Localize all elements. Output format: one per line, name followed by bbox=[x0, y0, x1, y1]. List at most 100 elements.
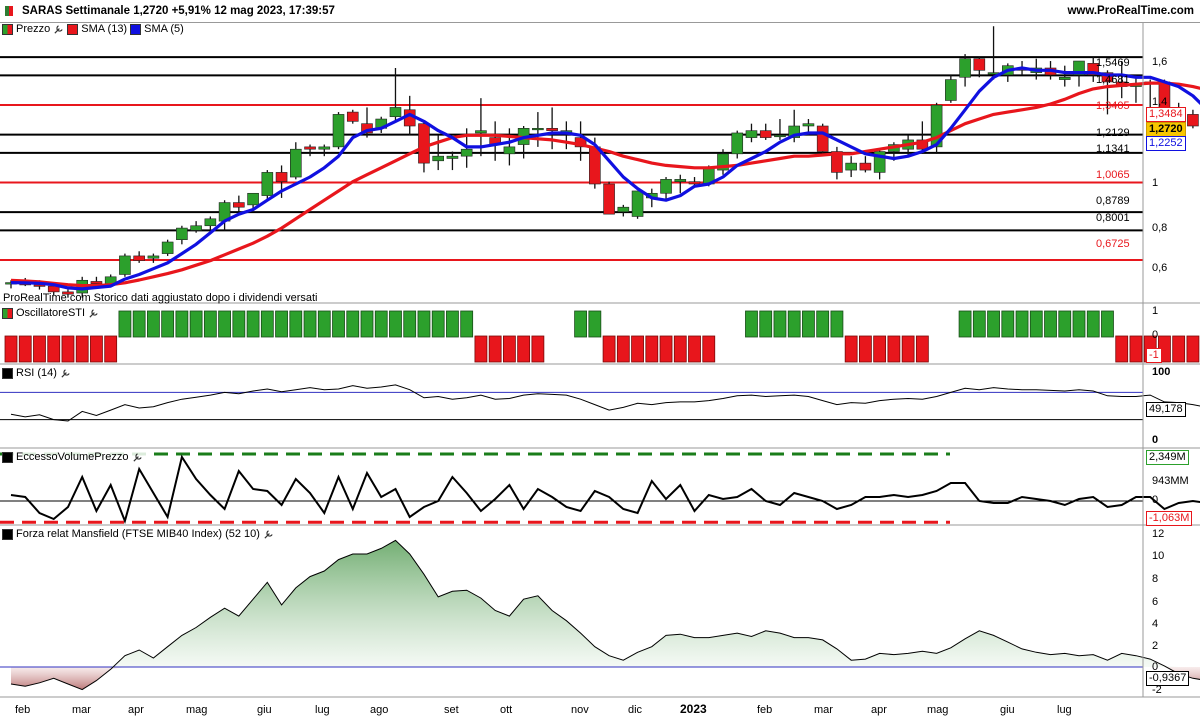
sti-bar bbox=[161, 310, 175, 338]
candle-body bbox=[816, 125, 829, 152]
candle-body bbox=[589, 146, 601, 185]
sti-bar bbox=[830, 310, 844, 338]
sti-bar bbox=[289, 310, 303, 338]
candle-body bbox=[446, 155, 459, 159]
chart-area bbox=[0, 22, 1200, 698]
sti-bar bbox=[1115, 335, 1129, 363]
sti-bar bbox=[4, 335, 18, 363]
sti-bar bbox=[915, 335, 929, 363]
candle-body bbox=[546, 128, 558, 131]
sti-bar bbox=[802, 310, 815, 338]
candle-body bbox=[660, 179, 672, 194]
sti-bar bbox=[1129, 335, 1143, 363]
sti-bar bbox=[75, 335, 89, 363]
wrench-icon[interactable] bbox=[60, 368, 71, 379]
candle-body bbox=[204, 218, 217, 227]
x-axis-label: feb bbox=[757, 704, 773, 716]
candle-body bbox=[176, 227, 188, 240]
rsi-axis-tick: 0 bbox=[1152, 434, 1159, 446]
x-axis-label: nov bbox=[571, 704, 589, 716]
candle-body bbox=[147, 255, 160, 259]
mansfield-negative-area bbox=[11, 667, 1200, 690]
x-axis-label: lug bbox=[315, 704, 330, 716]
sti-bar bbox=[1186, 335, 1200, 363]
level-label: 1,1341 bbox=[1096, 143, 1130, 155]
x-axis-label: ago bbox=[370, 704, 389, 716]
wrench-icon[interactable] bbox=[132, 452, 143, 463]
level-label: 0,8789 bbox=[1096, 195, 1130, 207]
price-axis-tick: 0,6 bbox=[1152, 262, 1168, 274]
x-axis-label: mag bbox=[186, 704, 208, 716]
sti-bar bbox=[816, 310, 830, 338]
sti-bar bbox=[104, 335, 118, 363]
sti-bar bbox=[446, 310, 459, 338]
candle-body bbox=[759, 130, 772, 138]
sti-bar bbox=[417, 310, 431, 338]
candle-body bbox=[617, 206, 630, 213]
x-axis-label: giu bbox=[257, 704, 272, 716]
sma13-price-box: 1,3484 bbox=[1146, 107, 1186, 122]
sma13-legend-label: SMA (13) bbox=[81, 23, 128, 35]
sti-bar bbox=[1001, 310, 1015, 338]
sti-bar bbox=[1072, 310, 1086, 338]
sti-swatch bbox=[2, 307, 13, 319]
x-axis-label: ott bbox=[500, 704, 513, 716]
evp-swatch bbox=[2, 451, 13, 463]
sti-bar bbox=[616, 335, 630, 363]
candle-body bbox=[389, 107, 402, 118]
level-label: 0,8001 bbox=[1096, 212, 1130, 224]
sti-bar bbox=[246, 310, 260, 338]
sma5-swatch bbox=[130, 23, 142, 35]
sti-bar bbox=[346, 310, 360, 338]
evp-axis-tick: 0 bbox=[1152, 494, 1159, 506]
sti-bar bbox=[146, 310, 160, 338]
candle-body bbox=[631, 190, 644, 217]
mansfield-value-box: -0,9367 bbox=[1146, 671, 1190, 686]
x-axis-label: set bbox=[444, 704, 459, 716]
level-label: 1,0065 bbox=[1096, 169, 1130, 181]
sma5-price-box: 1,2252 bbox=[1146, 136, 1186, 151]
candle-body bbox=[119, 255, 131, 275]
mansfield-axis-tick: 6 bbox=[1152, 596, 1159, 608]
price-axis-tick: 1,6 bbox=[1152, 56, 1168, 68]
evp-line bbox=[10, 454, 1200, 525]
mansfield-title: Forza relat Mansfield (FTSE MIB40 Index)… bbox=[16, 528, 260, 540]
sti-bar bbox=[901, 335, 915, 363]
sti-bar bbox=[688, 335, 701, 363]
sti-bar bbox=[759, 310, 773, 338]
wrench-icon[interactable] bbox=[53, 24, 64, 35]
x-axis-label: mar bbox=[72, 704, 91, 716]
mansfield-axis-tick: 12 bbox=[1152, 528, 1165, 540]
sti-bar bbox=[61, 335, 75, 363]
mansfield-axis-tick: 2 bbox=[1152, 640, 1159, 652]
wrench-icon[interactable] bbox=[88, 308, 99, 319]
mansfield-axis-tick: 8 bbox=[1152, 573, 1159, 585]
sti-bar bbox=[1029, 310, 1043, 338]
sti-bar bbox=[332, 310, 345, 338]
candle-body bbox=[731, 132, 744, 155]
candle-body bbox=[603, 183, 615, 215]
price-legend: Prezzo SMA (13) SMA (5) bbox=[2, 23, 187, 35]
candle-body bbox=[261, 172, 274, 196]
sti-bar bbox=[90, 335, 103, 363]
level-label: 1,2129 bbox=[1096, 127, 1130, 139]
sti-bar bbox=[488, 335, 502, 363]
x-axis-year-label: 2023 bbox=[680, 702, 707, 716]
level-label: 1,5469 bbox=[1096, 57, 1130, 69]
mansfield-axis-tick: 10 bbox=[1152, 550, 1165, 562]
wrench-icon[interactable] bbox=[263, 529, 274, 540]
sti-bar bbox=[574, 310, 587, 338]
candle-body bbox=[859, 162, 872, 171]
sti-bar bbox=[218, 310, 232, 338]
candle-body bbox=[945, 79, 957, 101]
rsi-axis-tick: 100 bbox=[1152, 366, 1171, 378]
sti-bar bbox=[859, 335, 872, 363]
sti-bar bbox=[175, 310, 189, 338]
candle-body bbox=[503, 146, 516, 155]
candle-body bbox=[275, 172, 288, 182]
candle-body bbox=[959, 58, 971, 78]
candle-body bbox=[475, 130, 487, 134]
candle-body bbox=[973, 58, 986, 71]
sti-axis-tick: 0 bbox=[1152, 329, 1159, 341]
level-label: 0,6725 bbox=[1096, 238, 1130, 250]
